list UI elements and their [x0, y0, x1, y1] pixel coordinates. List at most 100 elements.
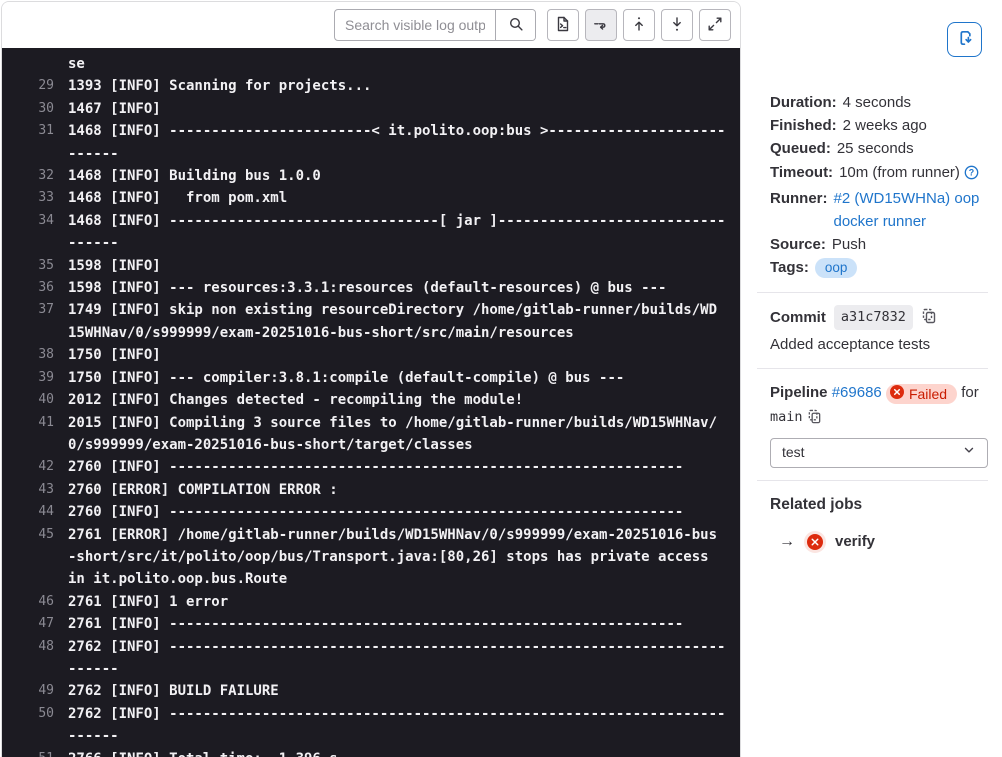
- log-line-number[interactable]: 32: [10, 165, 54, 187]
- log-line: 41 2015 [INFO] Compiling 3 source files t…: [10, 412, 740, 434]
- fullscreen-icon: [707, 16, 723, 35]
- log-line-number[interactable]: 47: [10, 613, 54, 635]
- log-line-number[interactable]: 45: [10, 524, 54, 546]
- show-raw-log-button[interactable]: [547, 9, 579, 41]
- scroll-to-bottom-button[interactable]: [661, 9, 693, 41]
- job-failed-icon: [807, 533, 823, 550]
- log-line-text: ------: [68, 660, 119, 677]
- source-label: Source:: [770, 236, 826, 254]
- log-line-text: 2762 [INFO] ----------------------------…: [68, 705, 726, 722]
- log-line: 34 1468 [INFO] --------------------------…: [10, 210, 740, 232]
- log-line: ------: [10, 143, 740, 165]
- scroll-bottom-icon: [669, 16, 685, 35]
- log-line-text: 2766 [INFO] Total time: 1.396 s: [68, 748, 338, 757]
- log-line-number[interactable]: 35: [10, 255, 54, 277]
- log-line-text: 2012 [INFO] Changes detected - recompili…: [68, 392, 524, 409]
- log-line-text: se: [68, 56, 85, 72]
- log-line-text: 1468 [INFO] Building bus 1.0.0: [68, 168, 321, 185]
- log-line-number: [10, 725, 54, 747]
- duration-label: Duration:: [770, 94, 837, 111]
- log-line: 43 2760 [ERROR] COMPILATION ERROR :: [10, 479, 740, 501]
- job-sidebar: Duration: 4 seconds Finished: 2 weeks ag…: [743, 0, 1002, 757]
- duration-value: 4 seconds: [842, 94, 912, 111]
- divider: [757, 291, 988, 293]
- log-line-number[interactable]: 48: [10, 636, 54, 658]
- copy-icon: [921, 308, 937, 327]
- log-line-number[interactable]: 37: [10, 299, 54, 321]
- commit-message: Added acceptance tests: [770, 335, 931, 353]
- log-line-text: 1468 [INFO] from pom.xml: [68, 190, 288, 207]
- log-line-text: 1598 [INFO] --- resources:3.3.1:resource…: [68, 280, 667, 297]
- toggle-sidebar-button[interactable]: [947, 22, 982, 57]
- scroll-to-top-button[interactable]: [623, 9, 655, 41]
- search-button[interactable]: [495, 10, 535, 40]
- help-icon[interactable]: ?: [964, 164, 979, 187]
- log-line-number: [10, 568, 54, 590]
- log-line-number[interactable]: 31: [10, 120, 54, 142]
- log-line: 31 1468 [INFO] ------------------------< …: [10, 120, 740, 142]
- log-line-number[interactable]: 34: [10, 210, 54, 232]
- log-line-number: [10, 53, 54, 75]
- log-line-number[interactable]: 41: [10, 412, 54, 434]
- detail-tags: Tags: oop: [770, 256, 988, 279]
- scroll-top-icon: [631, 16, 647, 35]
- log-line-text: ------: [68, 728, 119, 745]
- log-toolbar: [2, 2, 740, 48]
- related-jobs-heading: Related jobs: [770, 496, 863, 514]
- log-line-number[interactable]: 51: [10, 748, 54, 757]
- log-line-text: 1467 [INFO]: [68, 100, 161, 117]
- log-line-number[interactable]: 46: [10, 591, 54, 613]
- pipeline-ref[interactable]: main: [770, 409, 803, 425]
- log-line-number: [10, 658, 54, 680]
- log-line-number[interactable]: 38: [10, 344, 54, 366]
- copy-commit-sha-button[interactable]: [921, 308, 937, 327]
- log-line-text: 2015 [INFO] Compiling 3 source files to …: [68, 414, 718, 431]
- related-jobs-block: Related jobs → verify: [770, 493, 988, 553]
- fullscreen-button[interactable]: [699, 9, 731, 41]
- detail-queued: Queued: 25 seconds: [770, 137, 988, 160]
- commit-block: Commit a31c7832 Added acceptance tests: [770, 304, 988, 356]
- log-line: in it.polito.oop.bus.Route: [10, 568, 740, 590]
- log-line: 30 1467 [INFO]: [10, 98, 740, 120]
- wrap-lines-button[interactable]: [585, 9, 617, 41]
- log-line-number[interactable]: 29: [10, 75, 54, 97]
- log-line: 45 2761 [ERROR] /home/gitlab-runner/build…: [10, 524, 740, 546]
- log-line: 51 2766 [INFO] Total time: 1.396 s: [10, 748, 740, 757]
- queued-value: 25 seconds: [836, 140, 914, 158]
- log-line-text: in it.polito.oop.bus.Route: [68, 571, 288, 588]
- stage-select-value: test: [782, 444, 805, 461]
- log-line-text: ------: [68, 235, 119, 252]
- log-line-number: [10, 546, 54, 568]
- search-input[interactable]: [335, 10, 495, 40]
- source-value: Push: [831, 236, 867, 254]
- log-line-number[interactable]: 44: [10, 501, 54, 523]
- copy-ref-button[interactable]: [807, 409, 822, 427]
- log-line: ------: [10, 658, 740, 680]
- stage-select[interactable]: test: [770, 438, 988, 469]
- log-line-number: [10, 232, 54, 254]
- divider: [757, 480, 988, 482]
- log-line-text: 1749 [INFO] skip non existing resourceDi…: [68, 302, 718, 319]
- pipeline-label: Pipeline: [770, 384, 828, 402]
- log-line-number[interactable]: 43: [10, 479, 54, 501]
- log-line: 36 1598 [INFO] --- resources:3.3.1:resour…: [10, 277, 740, 299]
- related-job-row[interactable]: → verify: [770, 530, 988, 553]
- commit-sha-link[interactable]: a31c7832: [833, 304, 913, 330]
- log-line-number[interactable]: 49: [10, 680, 54, 702]
- log-line: 47 2761 [INFO] --------------------------…: [10, 613, 740, 635]
- log-line-number[interactable]: 30: [10, 98, 54, 120]
- related-job-link[interactable]: verify: [835, 530, 875, 553]
- queued-label: Queued:: [770, 140, 831, 158]
- log-line-number[interactable]: 42: [10, 456, 54, 478]
- runner-label: Runner:: [770, 189, 828, 207]
- pipeline-id-link[interactable]: #69686: [832, 384, 882, 401]
- svg-text:?: ?: [969, 167, 974, 177]
- divider: [757, 368, 988, 370]
- log-line-number[interactable]: 40: [10, 389, 54, 411]
- log-line-number[interactable]: 50: [10, 703, 54, 725]
- runner-link[interactable]: #2 (WD15WHNa) oop docker runner: [834, 187, 989, 233]
- log-line-number[interactable]: 36: [10, 277, 54, 299]
- log-line-number[interactable]: 39: [10, 367, 54, 389]
- log-line-text: 1750 [INFO] --- compiler:3.8.1:compile (…: [68, 369, 625, 386]
- log-line-number[interactable]: 33: [10, 187, 54, 209]
